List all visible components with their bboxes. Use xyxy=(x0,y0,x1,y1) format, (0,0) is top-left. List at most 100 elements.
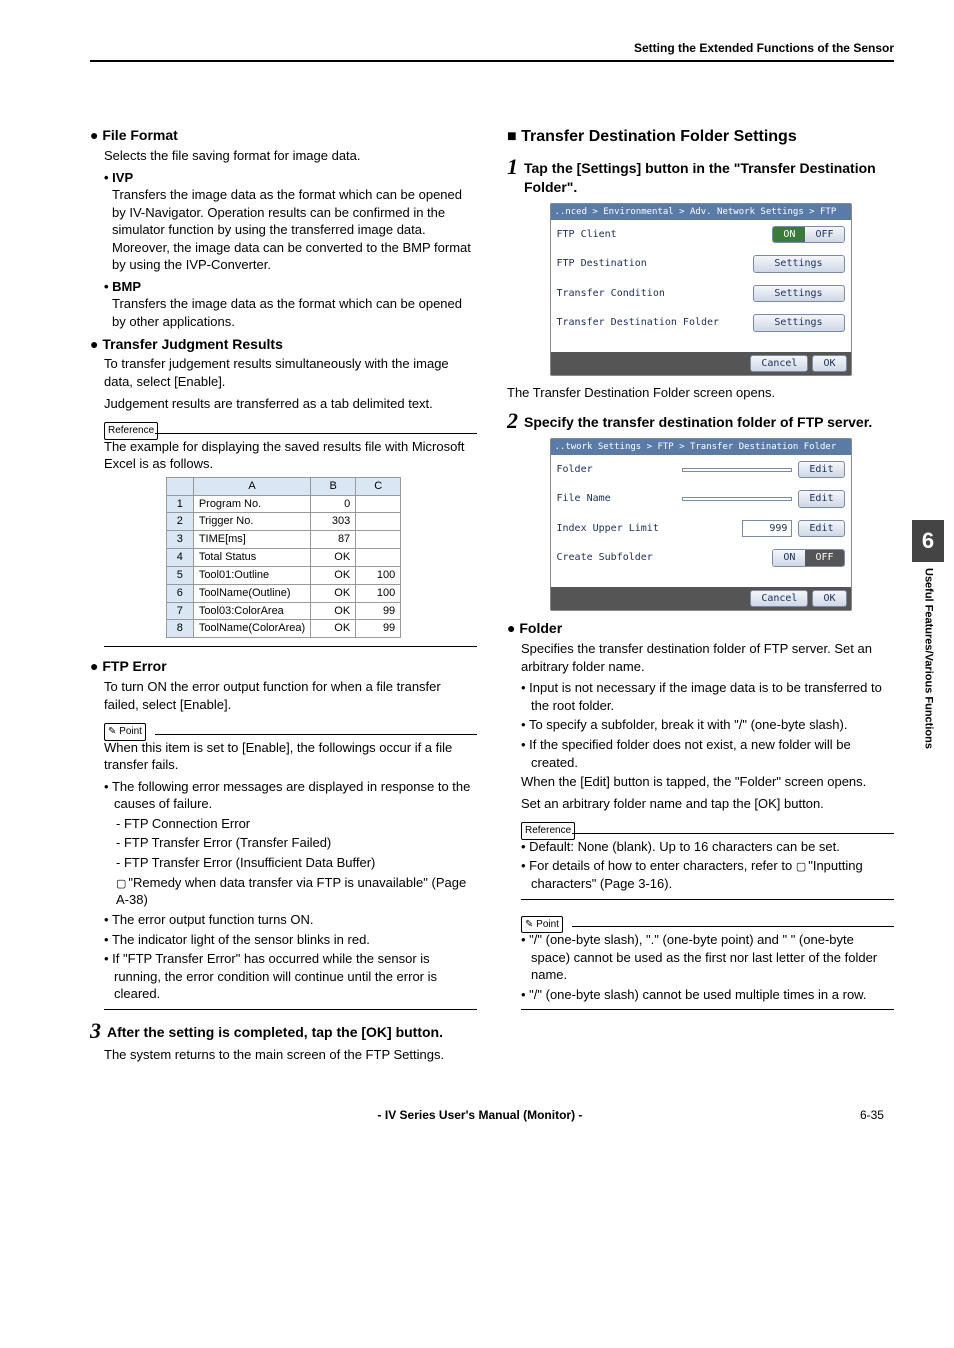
left-column: File Format Selects the file saving form… xyxy=(90,122,477,1067)
dev2-folder-edit-button[interactable]: Edit xyxy=(798,461,844,479)
cell: ToolName(Outline) xyxy=(193,584,310,602)
toggle-on[interactable]: ON xyxy=(773,227,805,243)
dev1-ftp-client-toggle[interactable]: ON OFF xyxy=(772,226,844,244)
bmp-label: BMP xyxy=(104,278,477,296)
step-2-num: 2 xyxy=(507,410,518,432)
toggle-off[interactable]: OFF xyxy=(805,550,843,566)
dev1-ftp-client-label: FTP Client xyxy=(557,228,767,242)
cell: Tool03:ColorArea xyxy=(193,602,310,620)
folder-pbl2: "/" (one-byte slash) cannot be used mult… xyxy=(521,986,894,1004)
folder-bl1: Input is not necessary if the image data… xyxy=(521,679,894,714)
cell: 303 xyxy=(311,513,356,531)
dev2-filename-input[interactable] xyxy=(682,497,792,501)
dev1-transfer-cond-label: Transfer Condition xyxy=(557,287,747,301)
bmp-body: Transfers the image data as the format w… xyxy=(112,295,477,330)
cell xyxy=(356,495,401,513)
dev1-ftp-dest-settings-button[interactable]: Settings xyxy=(753,255,845,273)
ftp-error-d3: - FTP Transfer Error (Insufficient Data … xyxy=(116,854,477,872)
ivp-body: Transfers the image data as the format w… xyxy=(112,186,477,274)
tjr-body2: Judgement results are transferred as a t… xyxy=(104,395,477,413)
dev2-ok-button[interactable]: OK xyxy=(812,590,846,608)
tjr-ref-body: The example for displaying the saved res… xyxy=(104,438,477,473)
cell: 100 xyxy=(356,566,401,584)
ftp-error-pb2: The error output function turns ON. xyxy=(104,911,477,929)
dev2-index-edit-button[interactable]: Edit xyxy=(798,520,844,538)
step-3: 3 After the setting is completed, tap th… xyxy=(90,1020,477,1042)
excel-table: A B C 1Program No.0 2Trigger No.303 3TIM… xyxy=(166,477,401,639)
dev2-folder-input[interactable] xyxy=(682,468,792,472)
folder-heading: Folder xyxy=(507,619,894,638)
cell: Tool01:Outline xyxy=(193,566,310,584)
ftp-error-d2: - FTP Transfer Error (Transfer Failed) xyxy=(116,834,477,852)
folder-pbl1: "/" (one-byte slash), "." (one-byte poin… xyxy=(521,931,894,984)
cell: OK xyxy=(311,549,356,567)
step-2: 2 Specify the transfer destination folde… xyxy=(507,410,894,432)
folder-b1: Specifies the transfer destination folde… xyxy=(521,640,894,675)
step-2-text: Specify the transfer destination folder … xyxy=(524,410,894,432)
page-number: 6-35 xyxy=(860,1107,884,1123)
tjr-body1: To transfer judgement results simultaneo… xyxy=(104,355,477,390)
table-row: 3 xyxy=(166,531,193,549)
toggle-on[interactable]: ON xyxy=(773,550,805,566)
dev2-subfolder-label: Create Subfolder xyxy=(557,551,767,565)
cell: OK xyxy=(311,566,356,584)
table-row: 1 xyxy=(166,495,193,513)
dev1-ftp-dest-label: FTP Destination xyxy=(557,257,747,271)
cell: OK xyxy=(311,602,356,620)
excel-col-a: A xyxy=(193,477,310,495)
cell: 99 xyxy=(356,602,401,620)
cell: 87 xyxy=(311,531,356,549)
point-end-rule xyxy=(104,1009,477,1010)
cell: Program No. xyxy=(193,495,310,513)
dev1-dest-folder-label: Transfer Destination Folder xyxy=(557,316,747,330)
folder-rbl2-text: For details of how to enter characters, … xyxy=(529,858,792,873)
cell: 99 xyxy=(356,620,401,638)
tjr-heading: Transfer Judgment Results xyxy=(90,335,477,354)
dev1-cancel-button[interactable]: Cancel xyxy=(750,355,808,373)
device2-title: ..twork Settings > FTP > Transfer Destin… xyxy=(551,439,851,455)
ftp-error-pbody1: When this item is set to [Enable], the f… xyxy=(104,739,477,774)
dev2-filename-edit-button[interactable]: Edit xyxy=(798,490,844,508)
dev1-ok-button[interactable]: OK xyxy=(812,355,846,373)
folder-reference-box: Reference xyxy=(521,822,575,840)
cell: TIME[ms] xyxy=(193,531,310,549)
chapter-number: 6 xyxy=(912,520,944,562)
dev1-transfer-cond-settings-button[interactable]: Settings xyxy=(753,285,845,303)
dev1-dest-folder-settings-button[interactable]: Settings xyxy=(753,314,845,332)
book-icon xyxy=(116,875,128,890)
step-1-text: Tap the [Settings] button in the "Transf… xyxy=(524,156,894,197)
cell xyxy=(356,549,401,567)
table-row: 2 xyxy=(166,513,193,531)
folder-point-rule xyxy=(572,926,894,927)
folder-ref-end-rule xyxy=(521,899,894,900)
excel-col-c: C xyxy=(356,477,401,495)
right-column: Transfer Destination Folder Settings 1 T… xyxy=(507,122,894,1067)
ref-end-rule xyxy=(104,646,477,647)
excel-corner xyxy=(166,477,193,495)
cell: OK xyxy=(311,620,356,638)
page-footer: - IV Series User's Manual (Monitor) - 6-… xyxy=(90,1107,894,1123)
ftp-error-pb4: If "FTP Transfer Error" has occurred whi… xyxy=(104,950,477,1003)
folder-bl2: To specify a subfolder, break it with "/… xyxy=(521,716,894,734)
ftp-error-pb3: The indicator light of the sensor blinks… xyxy=(104,931,477,949)
step-3-body: The system returns to the main screen of… xyxy=(104,1046,477,1064)
dev2-index-value[interactable]: 999 xyxy=(742,520,792,538)
folder-point-box: Point xyxy=(521,916,563,934)
toggle-off[interactable]: OFF xyxy=(805,227,843,243)
dev2-folder-label: Folder xyxy=(557,463,677,477)
cell xyxy=(356,513,401,531)
device-screen-2: ..twork Settings > FTP > Transfer Destin… xyxy=(550,438,852,612)
file-format-heading: File Format xyxy=(90,126,477,145)
dev2-cancel-button[interactable]: Cancel xyxy=(750,590,808,608)
point-box: Point xyxy=(104,723,146,741)
header-rule xyxy=(90,60,894,62)
dev2-subfolder-toggle[interactable]: ON OFF xyxy=(772,549,844,567)
point-rule xyxy=(155,734,477,735)
excel-col-b: B xyxy=(311,477,356,495)
cell: OK xyxy=(311,584,356,602)
folder-rbl2: For details of how to enter characters, … xyxy=(521,857,894,892)
table-row: 8 xyxy=(166,620,193,638)
ftp-error-pb1: The following error messages are display… xyxy=(104,778,477,813)
table-row: 7 xyxy=(166,602,193,620)
file-format-desc: Selects the file saving format for image… xyxy=(104,147,477,165)
